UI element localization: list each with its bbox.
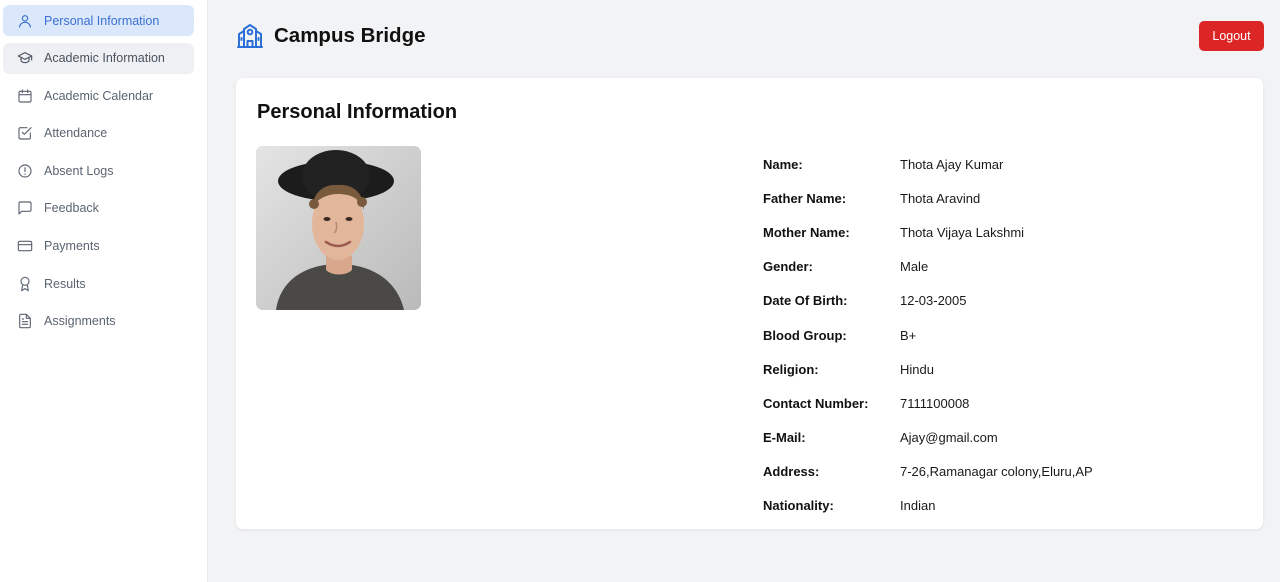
sidebar-item-label: Results xyxy=(44,276,86,291)
sidebar-item-academic-information[interactable]: Academic Information xyxy=(3,42,194,74)
detail-value: 12-03-2005 xyxy=(900,293,967,309)
detail-row-nationality: Nationality: Indian xyxy=(763,489,1243,523)
detail-label: Date Of Birth: xyxy=(763,293,848,309)
personal-details: Name: Thota Ajay Kumar Father Name: Thot… xyxy=(763,147,1243,523)
detail-label: Blood Group: xyxy=(763,327,847,343)
sidebar-item-academic-calendar[interactable]: Academic Calendar xyxy=(3,80,194,111)
sidebar-item-results[interactable]: Results xyxy=(3,268,194,299)
file-text-icon xyxy=(17,313,33,329)
logout-button[interactable]: Logout xyxy=(1199,21,1264,51)
sidebar-item-assignments[interactable]: Assignments xyxy=(3,306,194,337)
detail-row-address: Address: 7-26,Ramanagar colony,Eluru,AP xyxy=(763,455,1243,489)
detail-value: Indian xyxy=(900,498,936,514)
sidebar-item-absent-logs[interactable]: Absent Logs xyxy=(3,155,194,186)
sidebar-item-personal-information[interactable]: Personal Information xyxy=(3,5,194,36)
detail-label: Name: xyxy=(763,156,803,172)
detail-label: E-Mail: xyxy=(763,430,806,446)
user-icon xyxy=(17,13,33,29)
detail-row-email: E-Mail: Ajay@gmail.com xyxy=(763,421,1243,455)
sidebar-item-label: Assignments xyxy=(44,314,116,329)
sidebar-item-label: Payments xyxy=(44,239,100,254)
detail-row-mother-name: Mother Name: Thota Vijaya Lakshmi xyxy=(763,215,1243,249)
sidebar-item-label: Absent Logs xyxy=(44,163,114,178)
detail-value: B+ xyxy=(900,327,917,343)
alert-circle-icon xyxy=(17,163,33,179)
detail-value: Thota Aravind xyxy=(900,190,981,206)
detail-label: Address: xyxy=(763,464,820,480)
sidebar-item-label: Academic Information xyxy=(44,51,165,66)
school-icon xyxy=(236,22,264,50)
detail-value: Thota Ajay Kumar xyxy=(900,156,1004,172)
sidebar-item-label: Attendance xyxy=(44,126,108,141)
detail-label: Religion: xyxy=(763,361,819,377)
detail-row-religion: Religion: Hindu xyxy=(763,352,1243,386)
sidebar-item-label: Feedback xyxy=(44,201,99,216)
credit-card-icon xyxy=(17,238,33,254)
brand: Campus Bridge xyxy=(236,22,426,50)
sidebar: Personal Information Academic Informatio… xyxy=(0,0,208,582)
award-icon xyxy=(17,276,33,292)
detail-value: Hindu xyxy=(900,361,934,377)
detail-label: Father Name: xyxy=(763,190,847,206)
sidebar-item-payments[interactable]: Payments xyxy=(3,231,194,262)
top-header: Campus Bridge Logout xyxy=(236,19,1264,53)
sidebar-item-label: Academic Calendar xyxy=(44,88,154,103)
sidebar-item-attendance[interactable]: Attendance xyxy=(3,118,194,149)
sidebar-item-feedback[interactable]: Feedback xyxy=(3,193,194,224)
detail-label: Contact Number: xyxy=(763,395,869,411)
detail-value: Male xyxy=(900,259,929,275)
detail-row-blood-group: Blood Group: B+ xyxy=(763,318,1243,352)
detail-value: 7111100008 xyxy=(900,395,970,411)
detail-value: 7-26,Ramanagar colony,Eluru,AP xyxy=(900,464,1093,480)
detail-label: Nationality: xyxy=(763,498,834,514)
detail-label: Mother Name: xyxy=(763,224,850,240)
detail-row-contact-number: Contact Number: 7111100008 xyxy=(763,386,1243,420)
sidebar-item-label: Personal Information xyxy=(44,13,160,28)
page-title: Personal Information xyxy=(257,101,458,123)
calendar-icon xyxy=(17,88,33,104)
message-square-icon xyxy=(17,200,33,216)
check-square-icon xyxy=(17,125,33,141)
profile-photo xyxy=(256,146,421,310)
detail-label: Gender: xyxy=(763,259,813,275)
detail-row-gender: Gender: Male xyxy=(763,250,1243,284)
app-title: Campus Bridge xyxy=(274,24,426,47)
detail-row-name: Name: Thota Ajay Kumar xyxy=(763,147,1243,181)
detail-value: Thota Vijaya Lakshmi xyxy=(900,224,1025,240)
detail-row-father-name: Father Name: Thota Aravind xyxy=(763,181,1243,215)
detail-value: Ajay@gmail.com xyxy=(900,430,998,446)
detail-row-date-of-birth: Date Of Birth: 12-03-2005 xyxy=(763,284,1243,318)
personal-information-card: Personal Information Name: Thota Ajay Ku… xyxy=(236,78,1263,529)
graduation-cap-icon xyxy=(17,50,33,66)
